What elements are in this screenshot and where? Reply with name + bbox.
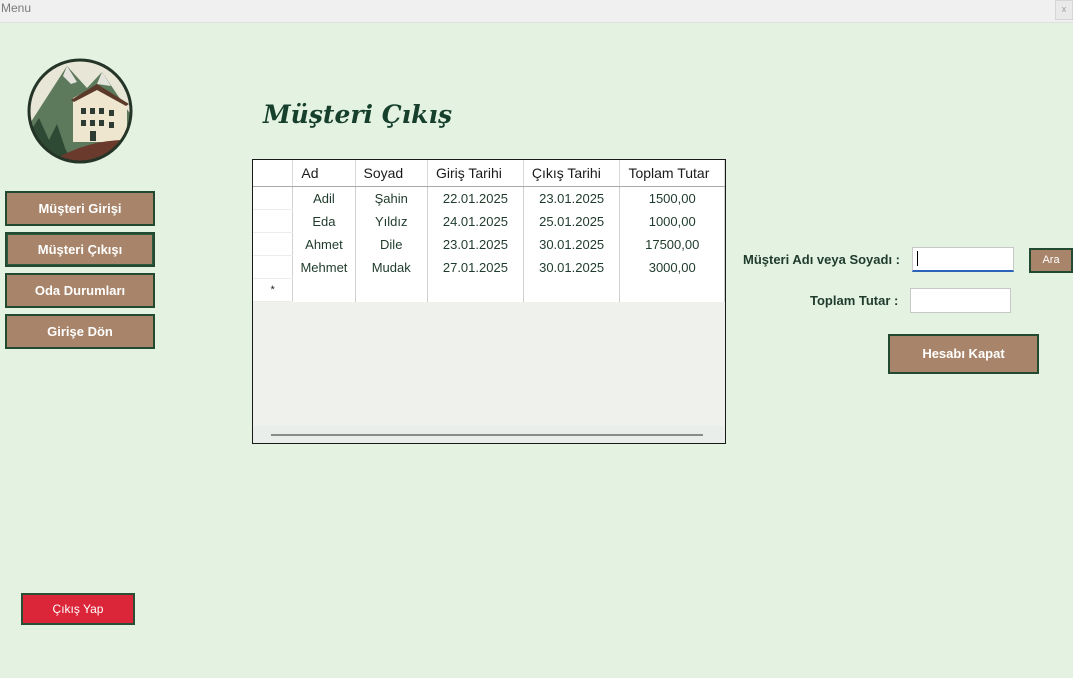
- new-row[interactable]: *: [253, 278, 725, 302]
- mountain-house-logo: [27, 58, 133, 164]
- cell-giris-tarihi[interactable]: 22.01.2025: [427, 186, 524, 210]
- cell-giris-tarihi[interactable]: [427, 278, 524, 302]
- search-button[interactable]: Ara: [1029, 248, 1073, 273]
- column-header-ad[interactable]: Ad: [292, 160, 356, 187]
- search-label: Müşteri Adı veya Soyadı :: [743, 252, 901, 267]
- nav-oda-durumlari-button[interactable]: Oda Durumları: [5, 273, 155, 308]
- page-title: Müşteri Çıkış: [263, 100, 453, 129]
- table-row[interactable]: Ahmet Dile 23.01.2025 30.01.2025 17500,0…: [253, 232, 725, 256]
- row-selector[interactable]: [253, 209, 294, 233]
- cell-soyad[interactable]: Şahin: [355, 186, 428, 210]
- cell-soyad[interactable]: Yıldız: [355, 209, 428, 233]
- close-icon[interactable]: x: [1055, 0, 1073, 20]
- cell-giris-tarihi[interactable]: 24.01.2025: [427, 209, 524, 233]
- column-header-cikis-tarihi[interactable]: Çıkış Tarihi: [523, 160, 621, 187]
- row-selector[interactable]: [253, 232, 294, 256]
- cell-ad[interactable]: Adil: [292, 186, 356, 210]
- cell-cikis-tarihi[interactable]: [523, 278, 621, 302]
- column-header-giris-tarihi[interactable]: Giriş Tarihi: [427, 160, 524, 187]
- cell-ad[interactable]: Eda: [292, 209, 356, 233]
- cell-soyad[interactable]: Dile: [355, 232, 428, 256]
- cell-cikis-tarihi[interactable]: 25.01.2025: [523, 209, 621, 233]
- row-selector[interactable]: [253, 255, 294, 279]
- table-row[interactable]: Eda Yıldız 24.01.2025 25.01.2025 1000,00: [253, 209, 725, 233]
- cell-ad[interactable]: [292, 278, 356, 302]
- new-row-marker[interactable]: *: [253, 278, 294, 302]
- search-input[interactable]: [912, 247, 1014, 272]
- row-selector[interactable]: [253, 186, 294, 210]
- cell-cikis-tarihi[interactable]: 30.01.2025: [523, 255, 621, 279]
- column-header-toplam-tutar[interactable]: Toplam Tutar: [619, 160, 725, 187]
- nav-musteri-girisi-button[interactable]: Müşteri Girişi: [5, 191, 155, 226]
- table-row[interactable]: Adil Şahin 22.01.2025 23.01.2025 1500,00: [253, 186, 725, 210]
- exit-button[interactable]: Çıkış Yap: [21, 593, 135, 625]
- cell-cikis-tarihi[interactable]: 23.01.2025: [523, 186, 621, 210]
- customer-table: Ad Soyad Giriş Tarihi Çıkış Tarihi Topla…: [253, 160, 725, 302]
- window-title: Menu: [1, 1, 32, 15]
- cell-ad[interactable]: Ahmet: [292, 232, 356, 256]
- cell-toplam-tutar[interactable]: [619, 278, 725, 302]
- text-caret: [917, 251, 918, 267]
- table-row[interactable]: Mehmet Mudak 27.01.2025 30.01.2025 3000,…: [253, 255, 725, 279]
- cell-ad[interactable]: Mehmet: [292, 255, 356, 279]
- table-header-row: Ad Soyad Giriş Tarihi Çıkış Tarihi Topla…: [253, 160, 725, 187]
- cell-giris-tarihi[interactable]: 23.01.2025: [427, 232, 524, 256]
- cell-toplam-tutar[interactable]: 1000,00: [619, 209, 725, 233]
- cell-toplam-tutar[interactable]: 17500,00: [619, 232, 725, 256]
- close-account-button[interactable]: Hesabı Kapat: [888, 334, 1039, 374]
- nav-musteri-cikisi-button[interactable]: Müşteri Çıkışı: [5, 232, 155, 267]
- column-header-soyad[interactable]: Soyad: [355, 160, 428, 187]
- cell-giris-tarihi[interactable]: 27.01.2025: [427, 255, 524, 279]
- row-header-column: [253, 160, 294, 187]
- cell-soyad[interactable]: Mudak: [355, 255, 428, 279]
- title-bar: Menu x: [0, 0, 1073, 23]
- cell-toplam-tutar[interactable]: 3000,00: [619, 255, 725, 279]
- cell-toplam-tutar[interactable]: 1500,00: [619, 186, 725, 210]
- customer-grid[interactable]: Ad Soyad Giriş Tarihi Çıkış Tarihi Topla…: [252, 159, 726, 444]
- total-input[interactable]: [910, 288, 1011, 313]
- cell-cikis-tarihi[interactable]: 30.01.2025: [523, 232, 621, 256]
- total-label: Toplam Tutar :: [810, 293, 899, 308]
- horizontal-scrollbar-thumb[interactable]: [271, 434, 703, 436]
- cell-soyad[interactable]: [355, 278, 428, 302]
- nav-girise-don-button[interactable]: Girişe Dön: [5, 314, 155, 349]
